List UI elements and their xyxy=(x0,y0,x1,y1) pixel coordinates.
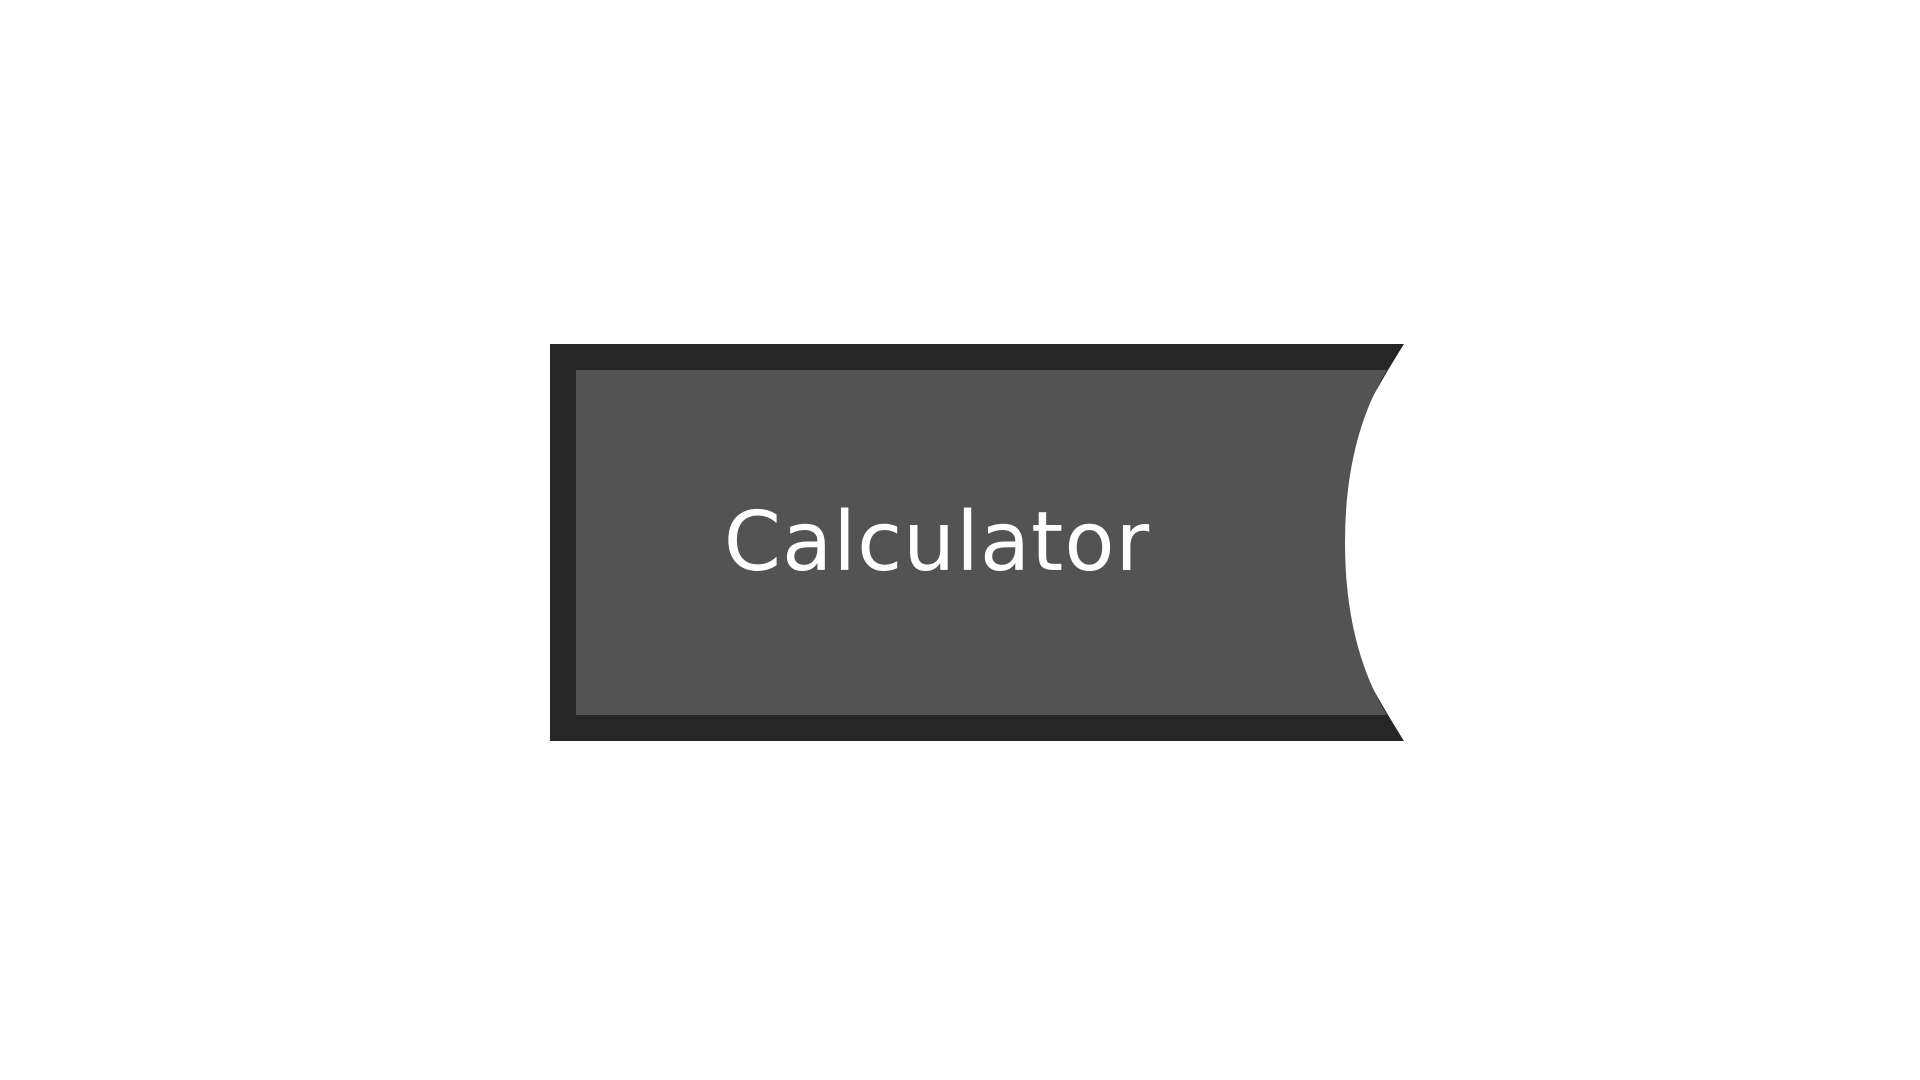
tile-shape xyxy=(550,344,1404,741)
tile-fill xyxy=(576,370,1387,715)
calculator-app-tile[interactable]: Calculator xyxy=(550,344,1404,741)
desktop-background: Calculator xyxy=(0,0,1920,1080)
